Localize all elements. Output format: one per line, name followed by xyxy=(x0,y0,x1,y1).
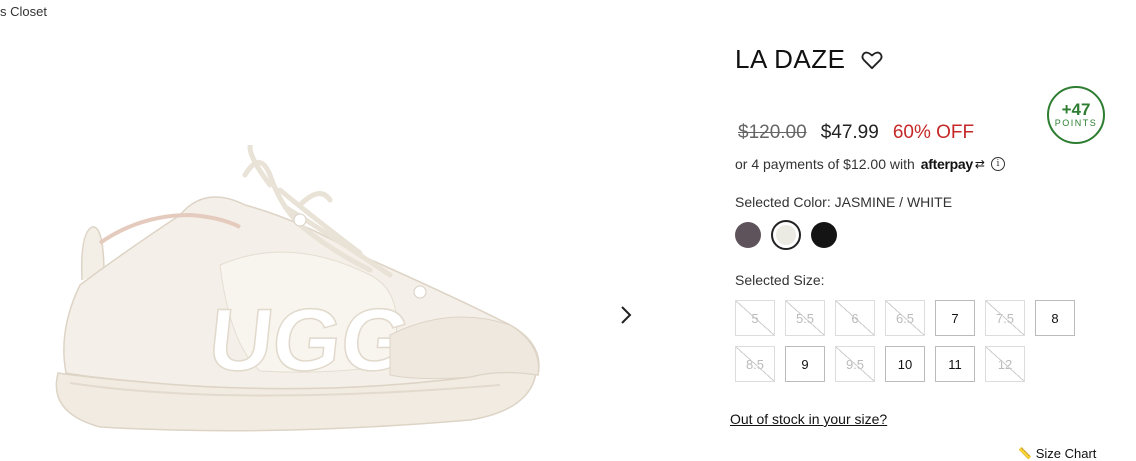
svg-text:UGG: UGG xyxy=(204,290,415,389)
color-swatch-dark-gray[interactable] xyxy=(735,222,761,248)
selected-size-label: Selected Size: xyxy=(735,272,825,288)
afterpay-info: or 4 payments of $12.00 with afterpay ⇄ … xyxy=(735,156,1005,172)
out-of-stock-link[interactable]: Out of stock in your size? xyxy=(730,411,887,427)
breadcrumb[interactable]: s Closet xyxy=(0,4,47,19)
color-swatches xyxy=(735,220,847,250)
size-option[interactable]: 11 xyxy=(935,346,975,382)
selected-color-label: Selected Color: JASMINE / WHITE xyxy=(735,194,953,210)
product-image: UGG xyxy=(55,145,540,432)
size-option[interactable]: 8 xyxy=(1035,300,1075,336)
size-option[interactable]: 12 xyxy=(985,346,1025,382)
size-option[interactable]: 7 xyxy=(935,300,975,336)
size-option[interactable]: 5 xyxy=(735,300,775,336)
points-label: POINTS xyxy=(1054,117,1098,128)
breadcrumb-text[interactable]: s Closet xyxy=(0,4,47,19)
size-option[interactable]: 5.5 xyxy=(785,300,825,336)
size-selector: 5 5.5 6 6.5 7 7.5 8 8.5 9 9.5 10 11 12 xyxy=(735,300,1095,392)
product-title-row: LA DAZE xyxy=(735,44,883,75)
afterpay-logo: afterpay xyxy=(920,156,973,172)
color-swatch-jasmine-white[interactable] xyxy=(771,220,801,250)
product-title: LA DAZE xyxy=(735,44,846,74)
size-option[interactable]: 7.5 xyxy=(985,300,1025,336)
heart-outline-icon[interactable] xyxy=(861,50,883,70)
size-option[interactable]: 9.5 xyxy=(835,346,875,382)
info-icon[interactable]: i xyxy=(990,157,1005,171)
price-row: $120.00 $47.99 60% OFF xyxy=(738,122,974,144)
chevron-right-icon[interactable] xyxy=(615,302,637,328)
sale-price: $47.99 xyxy=(820,122,879,143)
size-option[interactable]: 8.5 xyxy=(735,346,775,382)
color-swatch-black[interactable] xyxy=(811,222,837,248)
product-image-gallery: UGG xyxy=(0,20,700,454)
points-value: +47 xyxy=(1061,99,1091,119)
afterpay-text: or 4 payments of $12.00 with xyxy=(735,156,915,172)
size-option[interactable]: 6 xyxy=(835,300,875,336)
size-option[interactable]: 6.5 xyxy=(885,300,925,336)
size-option[interactable]: 10 xyxy=(885,346,925,382)
size-option[interactable]: 9 xyxy=(785,346,825,382)
points-badge: +47 POINTS xyxy=(1047,86,1105,144)
afterpay-arrows-icon: ⇄ xyxy=(974,157,985,171)
discount-badge: 60% OFF xyxy=(892,122,975,143)
original-price: $120.00 xyxy=(738,122,807,143)
